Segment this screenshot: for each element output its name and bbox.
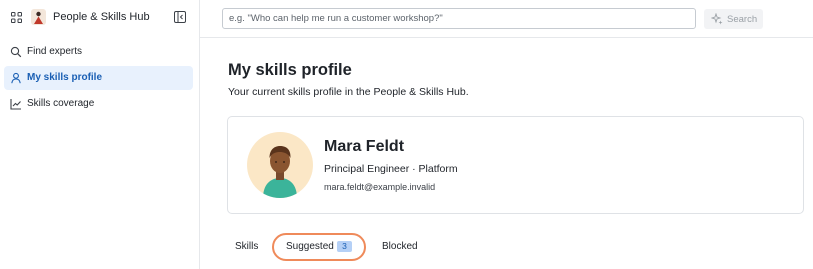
profile-email: mara.feldt@example.invalid xyxy=(324,182,436,192)
sidebar-item-my-skills-profile[interactable]: My skills profile xyxy=(4,66,193,90)
profile-role: Principal Engineer · Platform xyxy=(324,163,458,175)
avatar xyxy=(247,132,313,198)
page-subtitle: Your current skills profile in the Peopl… xyxy=(228,86,469,98)
apps-grid-icon[interactable] xyxy=(11,12,22,23)
profile-card: Mara Feldt Principal Engineer · Platform… xyxy=(227,116,804,214)
tab-skills[interactable]: Skills xyxy=(235,241,258,252)
profile-name: Mara Feldt xyxy=(324,138,405,155)
sidebar-item-label: Skills coverage xyxy=(27,98,95,109)
search-input[interactable] xyxy=(222,8,696,29)
search-button[interactable]: Search xyxy=(704,9,763,29)
search-icon xyxy=(10,46,22,58)
sidebar-item-label: My skills profile xyxy=(27,72,103,83)
top-bar: Search xyxy=(200,0,813,38)
app-logo xyxy=(31,9,46,25)
trend-chart-icon xyxy=(10,99,21,110)
app-name: People & Skills Hub xyxy=(53,11,150,23)
user-icon xyxy=(11,72,21,84)
sparkle-icon xyxy=(711,13,723,25)
sidebar-item-skills-coverage[interactable]: Skills coverage xyxy=(4,92,193,116)
page-title: My skills profile xyxy=(228,61,352,79)
tab-blocked[interactable]: Blocked xyxy=(382,241,418,252)
app-brand: People & Skills Hub xyxy=(0,0,200,36)
person-avatar-icon xyxy=(263,146,297,198)
tab-suggested[interactable]: Suggested xyxy=(286,241,334,252)
suggested-count-badge: 3 xyxy=(337,241,352,252)
sidebar-item-label: Find experts xyxy=(27,46,83,57)
collapse-sidebar-icon[interactable] xyxy=(174,11,186,23)
sidebar-item-find-experts[interactable]: Find experts xyxy=(4,40,193,64)
search-button-label: Search xyxy=(727,14,758,25)
sidebar: People & Skills Hub Find experts My skil… xyxy=(0,0,200,269)
